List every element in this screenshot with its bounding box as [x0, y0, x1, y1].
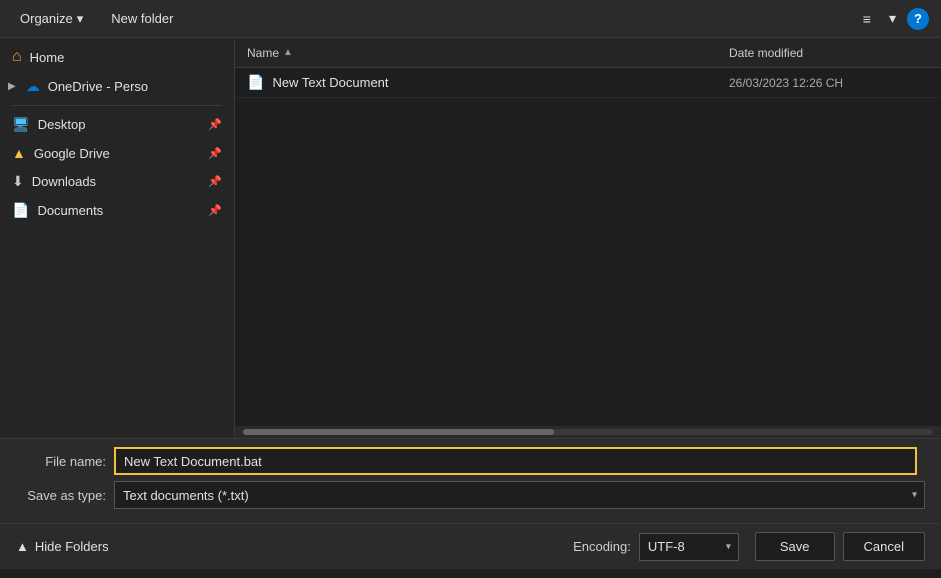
column-name: Name ▲ — [247, 46, 729, 60]
help-button[interactable]: ? — [907, 8, 929, 30]
cancel-button[interactable]: Cancel — [843, 532, 925, 561]
file-name-row: File name: — [16, 447, 925, 475]
hide-folders-button[interactable]: ▲ Hide Folders — [16, 539, 109, 554]
organize-dropdown-icon: ▾ — [77, 11, 84, 27]
onedrive-chevron-icon: ▶ — [8, 81, 16, 92]
scrollbar-thumb[interactable] — [243, 429, 554, 435]
view-button[interactable]: ≡ — [856, 7, 878, 31]
sidebar-item-documents[interactable]: 📄 Documents 📌 — [0, 196, 234, 225]
file-list-header: Name ▲ Date modified — [235, 38, 941, 68]
save-as-type-container: Text documents (*.txt) All files (*.*) ▾ — [114, 481, 925, 509]
hide-folders-chevron-icon: ▲ — [16, 539, 29, 554]
gdrive-icon: ▲ — [12, 145, 26, 161]
view-dropdown-button[interactable]: ▾ — [882, 6, 903, 31]
sidebar-documents-label: Documents — [37, 203, 200, 218]
sidebar-item-downloads[interactable]: ⬇ Downloads 📌 — [0, 167, 234, 196]
date-col-label: Date modified — [729, 46, 803, 60]
documents-pin-icon: 📌 — [208, 204, 222, 217]
sidebar-desktop-label: Desktop — [38, 117, 201, 132]
encoding-label: Encoding: — [573, 539, 631, 554]
sidebar-item-onedrive[interactable]: ▶ ☁ OneDrive - Perso — [0, 72, 234, 101]
sidebar-downloads-label: Downloads — [32, 174, 201, 189]
downloads-icon: ⬇ — [12, 173, 24, 190]
save-as-type-row: Save as type: Text documents (*.txt) All… — [16, 481, 925, 509]
file-name: New Text Document — [272, 75, 721, 90]
file-area: Name ▲ Date modified 📄 New Text Document… — [235, 38, 941, 438]
file-icon: 📄 — [247, 74, 264, 91]
organize-button[interactable]: Organize ▾ — [12, 7, 91, 31]
table-row[interactable]: 📄 New Text Document 26/03/2023 12:26 CH — [235, 68, 941, 98]
save-as-type-select[interactable]: Text documents (*.txt) All files (*.*) — [114, 481, 925, 509]
new-folder-button[interactable]: New folder — [103, 7, 181, 30]
organize-label: Organize — [20, 11, 73, 26]
action-buttons: Save Cancel — [755, 532, 925, 561]
documents-icon: 📄 — [12, 202, 29, 219]
footer-bar: ▲ Hide Folders Encoding: UTF-8 UTF-16 LE… — [0, 523, 941, 569]
home-icon: ⌂ — [12, 48, 22, 66]
save-as-type-label: Save as type: — [16, 488, 106, 503]
name-col-label: Name — [247, 46, 279, 60]
toolbar-right: ≡ ▾ ? — [856, 6, 929, 31]
view-dropdown-icon: ▾ — [889, 10, 896, 27]
help-label: ? — [914, 11, 922, 26]
file-list: 📄 New Text Document 26/03/2023 12:26 CH — [235, 68, 941, 426]
sidebar-item-googledrive[interactable]: ▲ Google Drive 📌 — [0, 139, 234, 167]
encoding-container: UTF-8 UTF-16 LE UTF-16 BE ANSI ▾ — [639, 533, 739, 561]
file-name-input[interactable] — [114, 447, 917, 475]
scrollbar-track — [243, 429, 933, 435]
sidebar-onedrive-label: OneDrive - Perso — [48, 79, 222, 94]
desktop-icon: 🖥 — [12, 116, 30, 133]
file-date: 26/03/2023 12:26 CH — [729, 76, 929, 90]
encoding-section: Encoding: UTF-8 UTF-16 LE UTF-16 BE ANSI… — [573, 533, 739, 561]
sidebar-item-desktop[interactable]: 🖥 Desktop 📌 — [0, 110, 234, 139]
bottom-form: File name: Save as type: Text documents … — [0, 438, 941, 523]
sidebar-divider — [12, 105, 222, 106]
view-icon: ≡ — [863, 11, 871, 27]
sidebar-item-home[interactable]: ⌂ Home — [0, 42, 234, 72]
sidebar-gdrive-label: Google Drive — [34, 146, 200, 161]
onedrive-icon: ☁ — [26, 78, 40, 95]
downloads-pin-icon: 📌 — [208, 175, 222, 188]
horizontal-scrollbar[interactable] — [235, 426, 941, 438]
hide-folders-label: Hide Folders — [35, 539, 109, 554]
encoding-select[interactable]: UTF-8 UTF-16 LE UTF-16 BE ANSI — [639, 533, 739, 561]
sidebar: ⌂ Home ▶ ☁ OneDrive - Perso 🖥 Desktop 📌 … — [0, 38, 235, 438]
new-folder-label: New folder — [111, 11, 173, 26]
gdrive-pin-icon: 📌 — [208, 147, 222, 160]
save-button[interactable]: Save — [755, 532, 835, 561]
toolbar: Organize ▾ New folder ≡ ▾ ? — [0, 0, 941, 38]
desktop-pin-icon: 📌 — [208, 118, 222, 131]
sort-arrow-icon: ▲ — [283, 47, 293, 58]
main-area: ⌂ Home ▶ ☁ OneDrive - Perso 🖥 Desktop 📌 … — [0, 38, 941, 438]
sidebar-home-label: Home — [30, 50, 222, 65]
column-date: Date modified — [729, 46, 929, 60]
file-name-label: File name: — [16, 454, 106, 469]
